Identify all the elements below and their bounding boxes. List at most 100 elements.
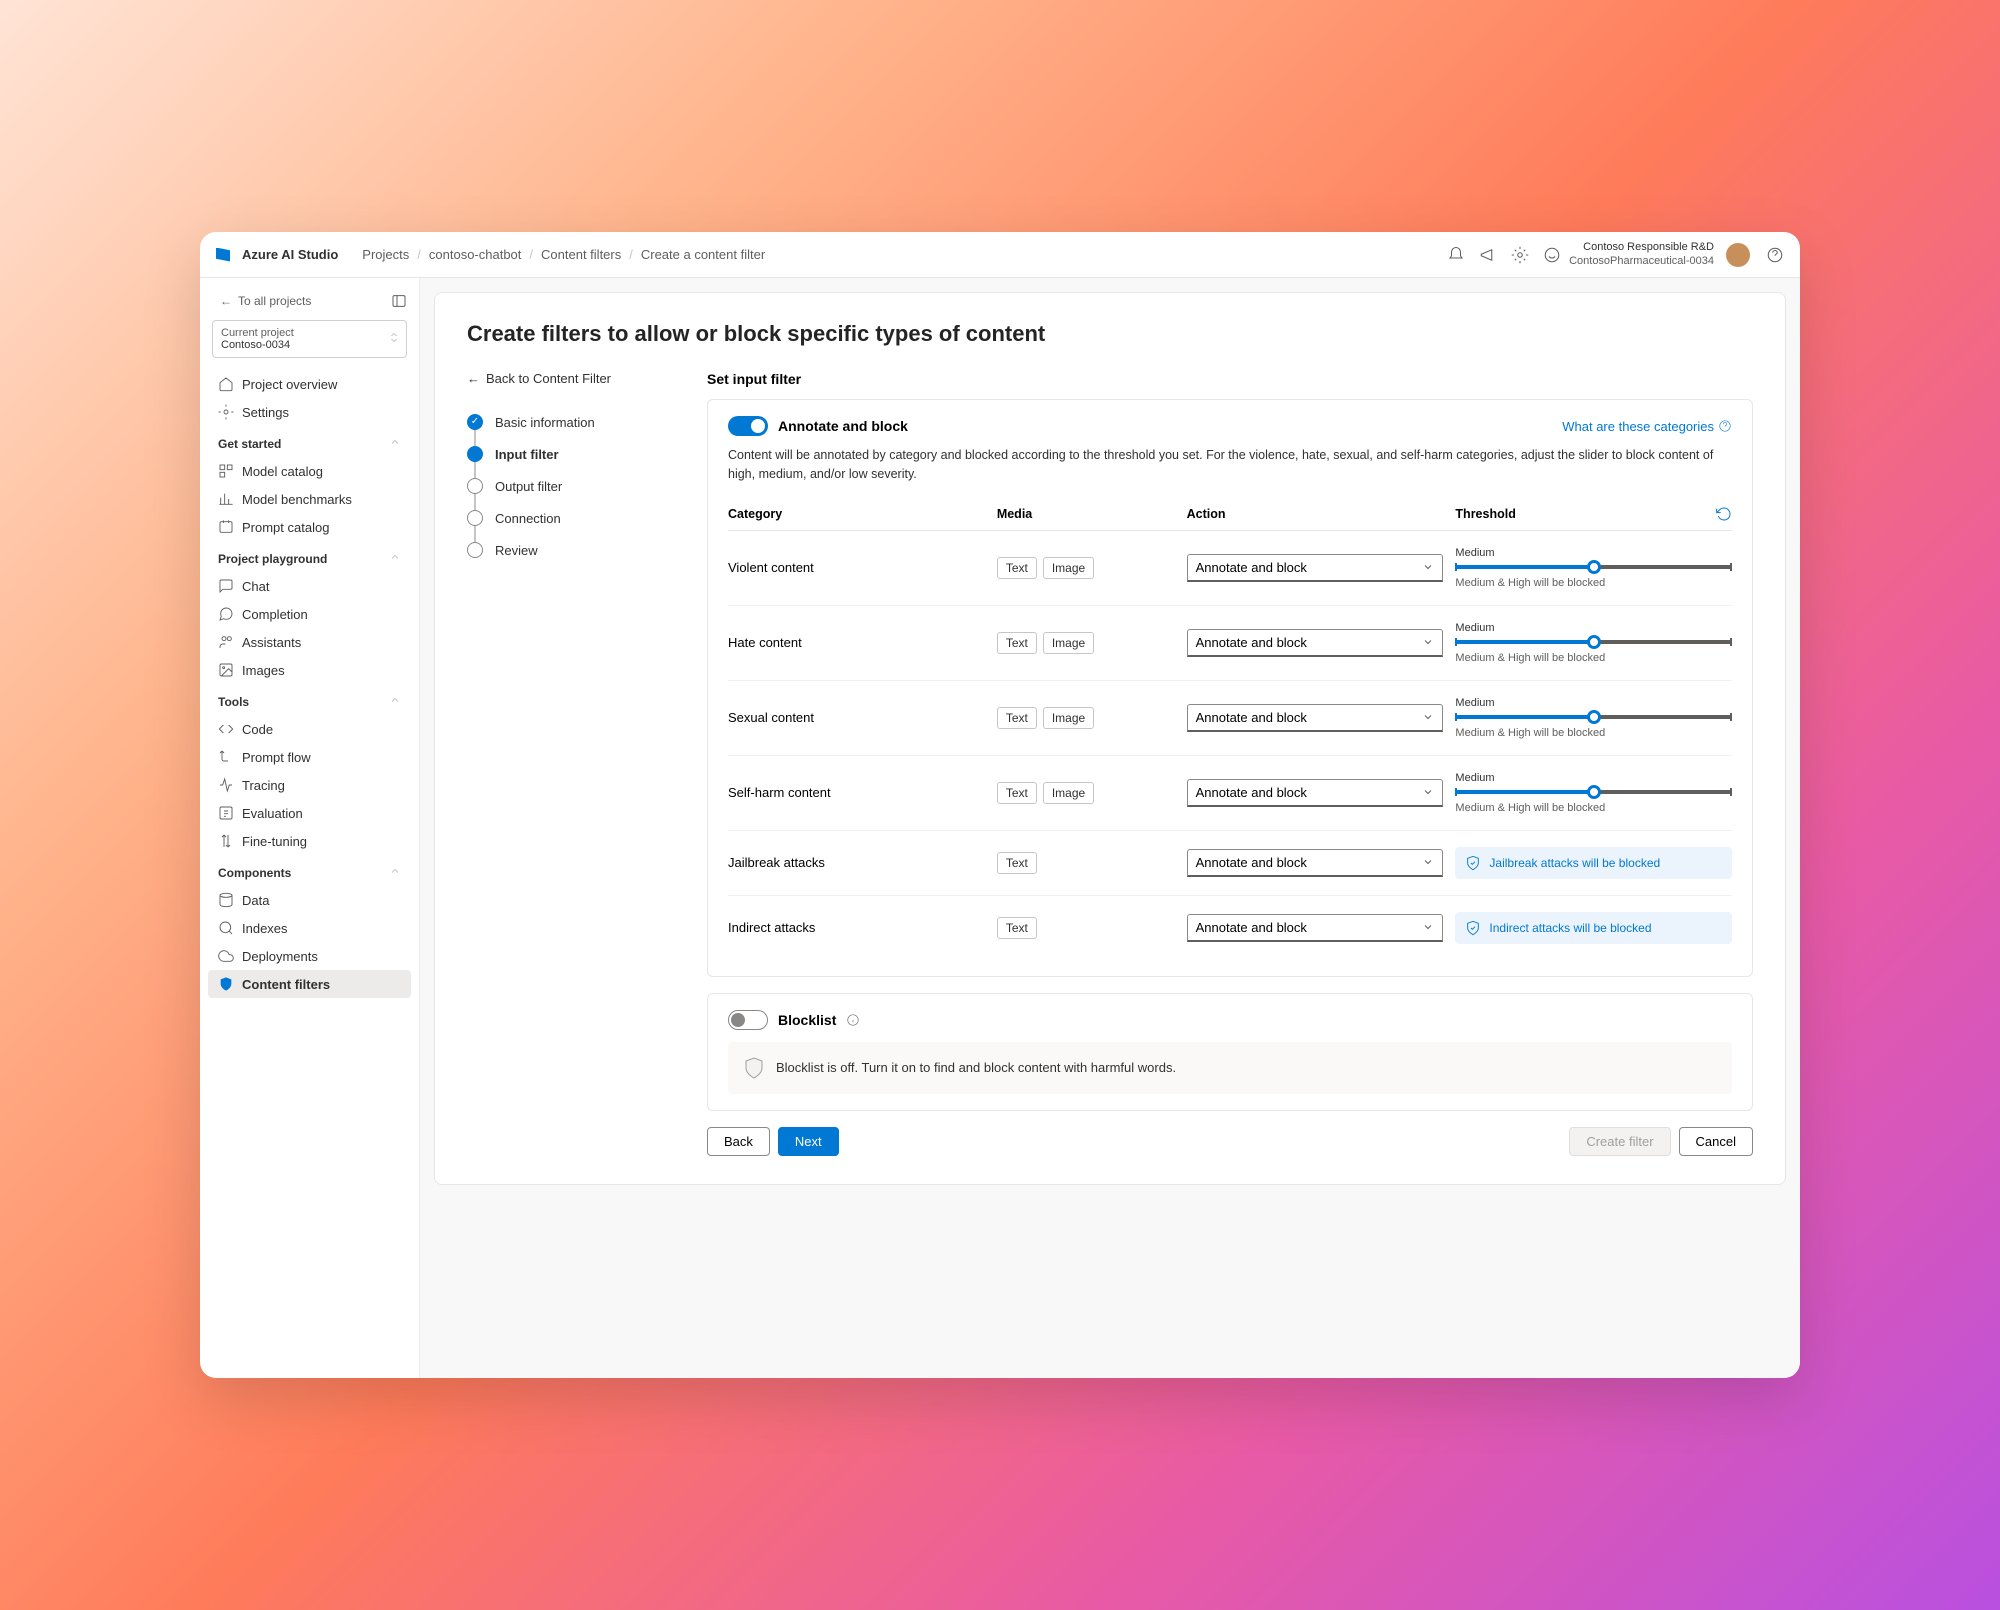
back-to-content-filter-link[interactable]: ←Back to Content Filter — [467, 371, 667, 386]
azure-logo-icon — [216, 248, 230, 262]
sidebar-item-model-catalog[interactable]: Model catalog — [208, 457, 411, 485]
topbar: Azure AI Studio Projects / contoso-chatb… — [200, 232, 1800, 278]
collapse-sidebar-icon[interactable] — [391, 293, 407, 309]
sidebar-group-tools[interactable]: Tools — [208, 684, 411, 715]
sidebar-group-components[interactable]: Components — [208, 855, 411, 886]
brand: Azure AI Studio — [242, 247, 338, 262]
sidebar-item-settings[interactable]: Settings — [208, 398, 411, 426]
sidebar-item-evaluation[interactable]: Evaluation — [208, 799, 411, 827]
sidebar-item-chat[interactable]: Chat — [208, 572, 411, 600]
breadcrumb[interactable]: Content filters — [541, 247, 621, 262]
sidebar-item-images[interactable]: Images — [208, 656, 411, 684]
sidebar-group-playground[interactable]: Project playground — [208, 541, 411, 572]
sidebar-group-getstarted[interactable]: Get started — [208, 426, 411, 457]
action-select[interactable]: Annotate and block — [1187, 554, 1444, 582]
sidebar: ←To all projects Current project Contoso… — [200, 278, 420, 1378]
sidebar-item-prompt-catalog[interactable]: Prompt catalog — [208, 513, 411, 541]
action-select[interactable]: Annotate and block — [1187, 914, 1444, 942]
main-content: Create filters to allow or block specifi… — [420, 278, 1800, 1378]
action-select[interactable]: Annotate and block — [1187, 779, 1444, 807]
reset-icon[interactable] — [1716, 506, 1732, 522]
back-to-projects-link[interactable]: ←To all projects — [212, 290, 319, 312]
breadcrumb[interactable]: Projects — [362, 247, 409, 262]
info-banner: Indirect attacks will be blocked — [1455, 912, 1732, 944]
text-media-tag[interactable]: Text — [997, 782, 1037, 804]
info-icon[interactable] — [846, 1013, 860, 1027]
sidebar-item-model-benchmarks[interactable]: Model benchmarks — [208, 485, 411, 513]
text-media-tag[interactable]: Text — [997, 917, 1037, 939]
category-label: Violent content — [728, 560, 985, 575]
sidebar-item-code[interactable]: Code — [208, 715, 411, 743]
breadcrumb[interactable]: contoso-chatbot — [429, 247, 522, 262]
chevron-updown-icon — [388, 332, 400, 347]
threshold-slider[interactable] — [1455, 790, 1732, 796]
image-media-tag[interactable]: Image — [1043, 782, 1094, 804]
sidebar-item-content-filters[interactable]: Content filters — [208, 970, 411, 998]
text-media-tag[interactable]: Text — [997, 707, 1037, 729]
text-media-tag[interactable]: Text — [997, 557, 1037, 579]
filter-row: Violent content Text Image Annotate and blo… — [728, 531, 1732, 606]
next-button[interactable]: Next — [778, 1127, 839, 1156]
filter-row: Sexual content Text Image Annotate and bloc… — [728, 681, 1732, 756]
sidebar-item-fine-tuning[interactable]: Fine-tuning — [208, 827, 411, 855]
breadcrumb[interactable]: Create a content filter — [641, 247, 765, 262]
image-media-tag[interactable]: Image — [1043, 707, 1094, 729]
step-output-filter[interactable]: Output filter — [467, 470, 667, 502]
categories-help-link[interactable]: What are these categories — [1562, 419, 1732, 434]
sidebar-item-completion[interactable]: Completion — [208, 600, 411, 628]
category-label: Self-harm content — [728, 785, 985, 800]
cancel-button[interactable]: Cancel — [1679, 1127, 1753, 1156]
shield-off-icon — [742, 1056, 766, 1080]
category-label: Jailbreak attacks — [728, 855, 985, 870]
image-media-tag[interactable]: Image — [1043, 632, 1094, 654]
step-input-filter[interactable]: Input filter — [467, 438, 667, 470]
filter-row: Jailbreak attacks Text Annotate and block J… — [728, 831, 1732, 896]
text-media-tag[interactable]: Text — [997, 852, 1037, 874]
action-select[interactable]: Annotate and block — [1187, 849, 1444, 877]
blocklist-panel: Blocklist Blocklist is off. Turn it on t… — [707, 993, 1753, 1111]
step-basic-information[interactable]: Basic information — [467, 406, 667, 438]
category-label: Sexual content — [728, 710, 985, 725]
info-banner: Jailbreak attacks will be blocked — [1455, 847, 1732, 879]
blocklist-toggle[interactable] — [728, 1010, 768, 1030]
threshold-slider[interactable] — [1455, 715, 1732, 721]
threshold-slider[interactable] — [1455, 640, 1732, 646]
smiley-icon[interactable] — [1543, 246, 1561, 264]
bell-icon[interactable] — [1447, 246, 1465, 264]
filter-row: Indirect attacks Text Annotate and block In… — [728, 896, 1732, 960]
sidebar-item-prompt-flow[interactable]: Prompt flow — [208, 743, 411, 771]
sidebar-item-indexes[interactable]: Indexes — [208, 914, 411, 942]
create-filter-button: Create filter — [1569, 1127, 1670, 1156]
category-label: Indirect attacks — [728, 920, 985, 935]
action-select[interactable]: Annotate and block — [1187, 629, 1444, 657]
filter-row: Hate contentTextImageAnnotate and blockM… — [728, 606, 1732, 681]
sidebar-item-tracing[interactable]: Tracing — [208, 771, 411, 799]
back-button[interactable]: Back — [707, 1127, 770, 1156]
help-icon[interactable] — [1766, 246, 1784, 264]
sidebar-item-overview[interactable]: Project overview — [208, 370, 411, 398]
page-title: Create filters to allow or block specifi… — [467, 321, 1753, 347]
section-title: Set input filter — [707, 371, 1753, 387]
text-media-tag[interactable]: Text — [997, 632, 1037, 654]
shield-check-icon — [1465, 920, 1481, 936]
shield-check-icon — [1465, 855, 1481, 871]
category-label: Hate content — [728, 635, 985, 650]
sidebar-item-deployments[interactable]: Deployments — [208, 942, 411, 970]
filter-row: Self-harm content Text Image Annotate and b… — [728, 756, 1732, 831]
megaphone-icon[interactable] — [1479, 246, 1497, 264]
step-review[interactable]: Review — [467, 534, 667, 566]
step-connection[interactable]: Connection — [467, 502, 667, 534]
action-select[interactable]: Annotate and block — [1187, 704, 1444, 732]
annotate-block-panel: Annotate and block What are these catego… — [707, 399, 1753, 977]
sidebar-item-assistants[interactable]: Assistants — [208, 628, 411, 656]
project-selector[interactable]: Current project Contoso-0034 — [212, 320, 407, 358]
gear-icon[interactable] — [1511, 246, 1529, 264]
threshold-slider[interactable] — [1455, 565, 1732, 571]
wizard-steps: Basic information Input filter Output fi… — [467, 406, 667, 566]
sidebar-item-data[interactable]: Data — [208, 886, 411, 914]
avatar[interactable] — [1726, 243, 1750, 267]
app-window: Azure AI Studio Projects / contoso-chatb… — [200, 232, 1800, 1378]
user-info[interactable]: Contoso Responsible R&D ContosoPharmaceu… — [1569, 241, 1714, 267]
annotate-block-toggle[interactable] — [728, 416, 768, 436]
image-media-tag[interactable]: Image — [1043, 557, 1094, 579]
